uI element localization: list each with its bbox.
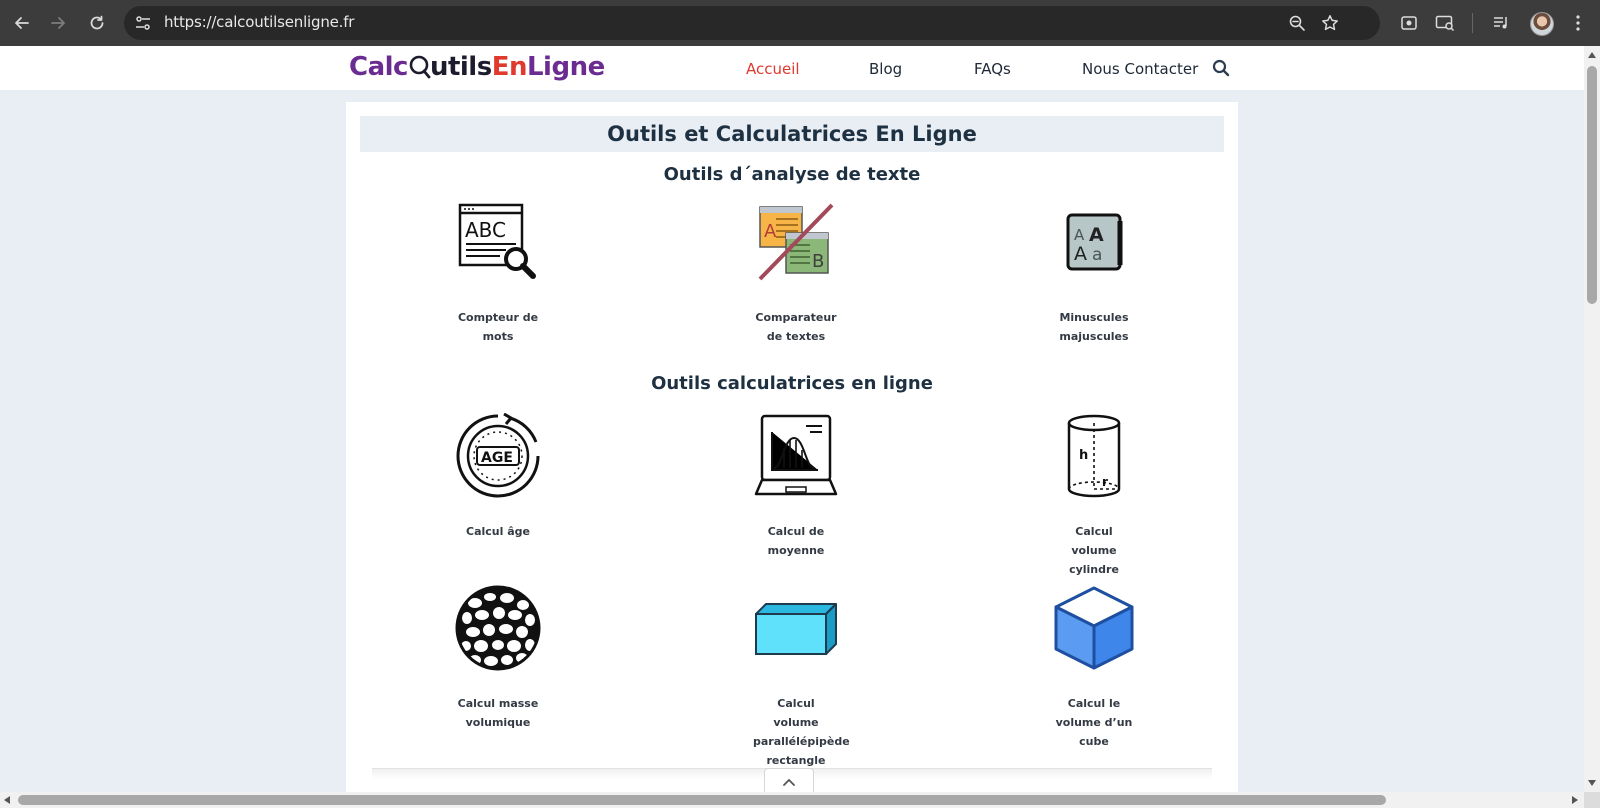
tool-cuboid-volume[interactable]: Calcul volume parallélépipède rectangle xyxy=(736,586,856,770)
bookmark-star-icon[interactable] xyxy=(1319,12,1341,34)
url-text[interactable]: https://calcoutilsenligne.fr xyxy=(164,13,354,31)
scroll-down-arrow-icon[interactable] xyxy=(1588,780,1596,786)
horizontal-scroll-thumb[interactable] xyxy=(18,795,1386,805)
tool-label: Calcul de moyenne xyxy=(767,525,825,557)
svg-text:AGE: AGE xyxy=(481,450,513,466)
cylinder-volume-icon: h r xyxy=(1049,414,1139,498)
case-converter-icon: A A A a xyxy=(1049,200,1139,284)
scroll-up-arrow-icon[interactable] xyxy=(1588,52,1596,58)
tool-cube-volume[interactable]: Calcul le volume d’un cube xyxy=(1034,586,1154,751)
tool-label: Calcul âge xyxy=(466,525,530,538)
menu-dots-icon[interactable] xyxy=(1567,12,1589,34)
cube-volume-icon xyxy=(1049,586,1139,670)
word-counter-icon: ABC xyxy=(453,200,543,284)
nav-blog[interactable]: Blog xyxy=(869,60,902,78)
tool-word-counter[interactable]: ABC Compteur de mots xyxy=(438,200,558,346)
svg-text:r: r xyxy=(1102,475,1108,489)
tool-label: Calcul volume cylindre xyxy=(1069,525,1119,576)
tool-cylinder-volume[interactable]: h r Calcul volume cylindre xyxy=(1034,414,1154,579)
scroll-left-arrow-icon[interactable] xyxy=(4,796,10,804)
tool-age-calculator[interactable]: AGE Calcul âge xyxy=(438,413,558,541)
svg-text:h: h xyxy=(1079,448,1088,463)
svg-text:A: A xyxy=(1074,243,1087,265)
horizontal-scrollbar[interactable] xyxy=(0,792,1584,808)
svg-text:ABC: ABC xyxy=(465,218,506,242)
site-settings-icon[interactable] xyxy=(134,14,152,36)
logo-part-ligne: Ligne xyxy=(526,52,605,82)
browser-toolbar: https://calcoutilsenligne.fr xyxy=(0,0,1600,46)
tool-text-compare[interactable]: A B Comparateur de textes xyxy=(736,200,856,346)
scroll-right-arrow-icon[interactable] xyxy=(1572,796,1578,804)
logo-part-utils: utils xyxy=(429,52,492,82)
tool-label: Compteur de mots xyxy=(457,311,539,343)
vertical-scrollbar[interactable] xyxy=(1584,46,1600,792)
nav-faqs[interactable]: FAQs xyxy=(974,60,1011,78)
tool-label: Comparateur de textes xyxy=(755,311,837,343)
tool-density[interactable]: Calcul masse volumique xyxy=(438,585,558,732)
nav-nous-contacter[interactable]: Nous Contacter xyxy=(1082,60,1198,78)
average-calculator-icon xyxy=(751,414,841,498)
svg-text:A: A xyxy=(1074,226,1085,244)
svg-text:B: B xyxy=(812,251,824,272)
toolbar-separator xyxy=(1472,13,1473,33)
scroll-to-top-button[interactable] xyxy=(764,768,814,795)
screenshot-icon[interactable] xyxy=(1398,12,1420,34)
svg-text:a: a xyxy=(1092,245,1102,265)
chevron-up-icon xyxy=(783,778,795,786)
zoom-icon[interactable] xyxy=(1286,12,1308,34)
search-icon[interactable] xyxy=(1212,59,1230,81)
profile-avatar[interactable] xyxy=(1530,12,1554,36)
site-logo[interactable]: Calc utilsEnLigne xyxy=(349,52,605,82)
reload-icon[interactable] xyxy=(84,10,110,36)
tool-label: Minuscules majuscules xyxy=(1059,311,1129,343)
svg-text:A: A xyxy=(764,221,777,242)
svg-text:A: A xyxy=(1089,224,1104,246)
tool-case-converter[interactable]: A A A a Minuscules majuscules xyxy=(1034,200,1154,346)
address-bar[interactable]: https://calcoutilsenligne.fr xyxy=(124,6,1380,40)
tool-label: Calcul le volume d’un cube xyxy=(1055,697,1133,748)
tool-label: Calcul volume parallélépipède rectangle xyxy=(753,697,850,767)
forward-arrow-icon[interactable] xyxy=(45,10,71,36)
section-title-text-analysis: Outils d´analyse de texte xyxy=(663,164,921,185)
density-icon xyxy=(453,585,543,671)
logo-magnifier-icon xyxy=(409,55,431,79)
tool-average-calculator[interactable]: Calcul de moyenne xyxy=(736,414,856,560)
page-title-band: Outils et Calculatrices En Ligne xyxy=(360,116,1224,152)
main-content-card: Outils et Calculatrices En Ligne Outils … xyxy=(346,102,1238,795)
site-header: Calc utilsEnLigne Accueil Blog FAQs Nous… xyxy=(0,46,1584,90)
nav-accueil[interactable]: Accueil xyxy=(746,60,800,78)
age-calculator-icon: AGE xyxy=(453,413,543,498)
media-queue-icon[interactable] xyxy=(1490,12,1512,34)
vertical-scroll-thumb[interactable] xyxy=(1587,66,1597,304)
page-title: Outils et Calculatrices En Ligne xyxy=(607,122,977,146)
section-title-calculators: Outils calculatrices en ligne xyxy=(651,373,933,394)
logo-part-en: En xyxy=(491,52,528,82)
logo-part-calc: Calc xyxy=(349,52,408,82)
cast-search-icon[interactable] xyxy=(1434,12,1456,34)
tool-label: Calcul masse volumique xyxy=(457,697,539,729)
back-arrow-icon[interactable] xyxy=(9,10,35,36)
text-compare-icon: A B xyxy=(751,200,841,284)
cuboid-volume-icon xyxy=(751,586,841,670)
scrollbar-corner xyxy=(1584,792,1600,808)
